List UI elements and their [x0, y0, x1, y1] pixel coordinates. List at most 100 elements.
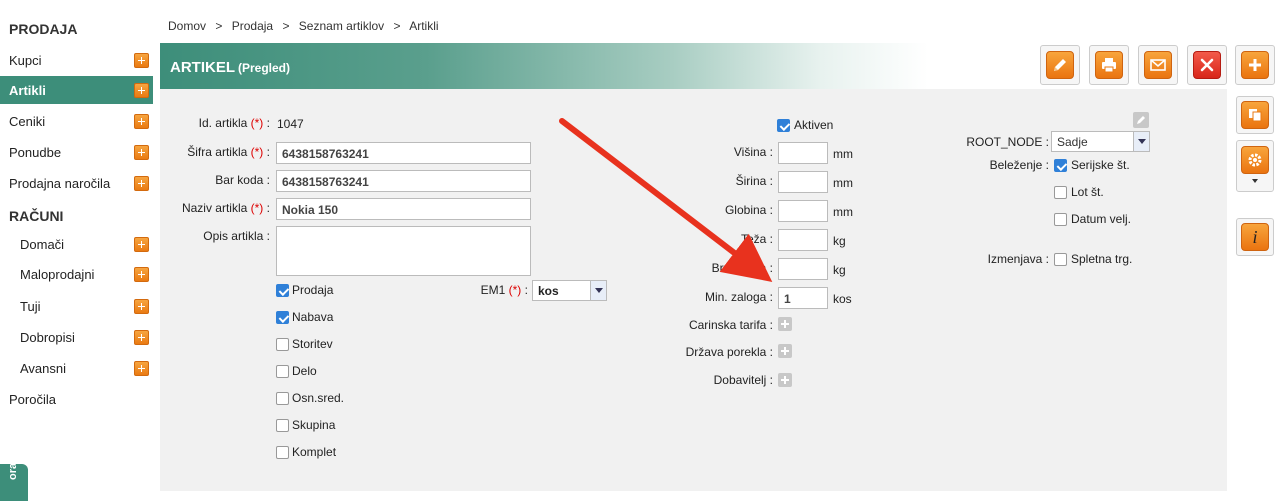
sidebar-item-ponudbe[interactable]: Ponudbe: [0, 138, 153, 166]
depth-input[interactable]: [778, 200, 828, 222]
unit-label: mm: [833, 147, 853, 161]
pencil-icon: [1046, 51, 1074, 79]
height-label: Višina :: [733, 145, 773, 159]
sidebar-item-maloprodajni[interactable]: Maloprodajni: [0, 260, 153, 288]
checkbox-label: Nabava: [292, 310, 334, 324]
sidebar-item-kupci[interactable]: Kupci: [0, 46, 153, 74]
root-node-select[interactable]: Sadje: [1051, 131, 1150, 152]
sidebar-item-ceniki[interactable]: Ceniki: [0, 107, 153, 135]
breadcrumb-artikli: Artikli: [409, 19, 439, 33]
checkbox-storitev[interactable]: [276, 338, 289, 351]
add-icon[interactable]: [134, 329, 149, 345]
min-stock-input[interactable]: 1: [778, 287, 828, 309]
barcode-label: Bar koda :: [215, 173, 270, 187]
serial-label: Serijske št.: [1071, 158, 1130, 172]
checkbox-nabava[interactable]: [276, 311, 289, 324]
section-title-invoices: RAČUNI: [9, 208, 64, 224]
add-icon[interactable]: [134, 266, 149, 282]
add-icon[interactable]: [134, 236, 149, 252]
add-icon[interactable]: [134, 52, 149, 68]
exchange-label: Izmenjava :: [987, 252, 1049, 266]
sidebar-item-domaci[interactable]: Domači: [0, 230, 153, 258]
depth-label: Globina :: [724, 203, 773, 217]
email-button[interactable]: [1138, 45, 1178, 85]
checkbox-osn-sred[interactable]: [276, 392, 289, 405]
sidebar: PRODAJA Kupci Artikli Ceniki Ponudbe Pro…: [0, 0, 160, 501]
weight-input[interactable]: [778, 229, 828, 251]
sidebar-item-avansni[interactable]: Avansni: [0, 354, 153, 382]
copy-button[interactable]: [1236, 96, 1274, 134]
sifra-input[interactable]: 6438158763241: [276, 142, 531, 164]
tracking-label: Beleženje :: [989, 158, 1049, 172]
barcode-input[interactable]: 6438158763241: [276, 170, 531, 192]
add-origin-icon[interactable]: [778, 344, 792, 358]
add-icon[interactable]: [134, 82, 149, 98]
width-input[interactable]: [778, 171, 828, 193]
checkbox-prodaja[interactable]: [276, 284, 289, 297]
add-supplier-icon[interactable]: [778, 373, 792, 387]
info-button[interactable]: i: [1236, 218, 1274, 256]
checkbox-webshop[interactable]: [1054, 253, 1067, 266]
supplier-label: Dobavitelj :: [713, 373, 773, 387]
checkbox-delo[interactable]: [276, 365, 289, 378]
lot-label: Lot št.: [1071, 185, 1104, 199]
caret-down-icon[interactable]: [1252, 179, 1258, 183]
breadcrumb-sep: >: [215, 19, 223, 33]
unit-label: mm: [833, 176, 853, 190]
desc-textarea[interactable]: [276, 226, 531, 276]
weight-label: Teža :: [740, 232, 773, 246]
origin-label: Država porekla :: [685, 345, 773, 359]
customs-label: Carinska tarifa :: [688, 318, 773, 332]
envelope-icon: [1144, 51, 1172, 79]
name-label: Naziv artikla (*) :: [181, 201, 270, 215]
sifra-label: Šifra artikla (*) :: [187, 145, 270, 159]
plus-icon: [1241, 51, 1269, 79]
name-input[interactable]: Nokia 150: [276, 198, 531, 220]
sidebar-item-dobropisi[interactable]: Dobropisi: [0, 323, 153, 351]
checkbox-serial[interactable]: [1054, 159, 1067, 172]
edit-button[interactable]: [1040, 45, 1080, 85]
sidebar-item-prodajna-narocila[interactable]: Prodajna naročila: [0, 169, 153, 197]
em1-select[interactable]: kos: [532, 280, 607, 301]
checkbox-skupina[interactable]: [276, 419, 289, 432]
add-button[interactable]: [1235, 45, 1275, 85]
checkbox-label: Prodaja: [292, 283, 334, 297]
add-icon[interactable]: [134, 360, 149, 376]
aktiven-label: Aktiven: [794, 118, 834, 132]
pencil-icon[interactable]: [1133, 112, 1149, 128]
settings-button[interactable]: [1236, 140, 1274, 192]
id-value: 1047: [277, 117, 304, 131]
unit-label: kg: [833, 234, 846, 248]
sidebar-item-porocila[interactable]: Poročila: [0, 385, 153, 413]
checkbox-lot[interactable]: [1054, 186, 1067, 199]
add-icon[interactable]: [134, 144, 149, 160]
breadcrumb-sep: >: [393, 19, 401, 33]
gross-weight-input[interactable]: [778, 258, 828, 280]
sidebar-item-artikli[interactable]: Artikli: [0, 76, 153, 104]
desc-label: Opis artikla :: [203, 229, 270, 243]
add-customs-icon[interactable]: [778, 317, 792, 331]
breadcrumb-prodaja[interactable]: Prodaja: [232, 19, 273, 33]
sidebar-item-tuji[interactable]: Tuji: [0, 292, 153, 320]
gross-weight-label: Bruto teža :: [711, 261, 773, 275]
em1-label: EM1 (*) :: [480, 283, 528, 297]
add-icon[interactable]: [134, 175, 149, 191]
print-button[interactable]: [1089, 45, 1129, 85]
delete-button[interactable]: [1187, 45, 1227, 85]
id-label: Id. artikla (*) :: [198, 116, 270, 130]
checkbox-aktiven[interactable]: [777, 119, 790, 132]
copy-icon: [1241, 101, 1269, 129]
add-icon[interactable]: [134, 113, 149, 129]
breadcrumb: Domov > Prodaja > Seznam artiklov > Arti…: [168, 19, 445, 33]
breadcrumb-seznam[interactable]: Seznam artiklov: [299, 19, 384, 33]
breadcrumb-home[interactable]: Domov: [168, 19, 206, 33]
close-icon: [1193, 51, 1221, 79]
checkbox-label: Skupina: [292, 418, 336, 432]
add-icon[interactable]: [134, 298, 149, 314]
side-tab[interactable]: ora: [0, 463, 28, 501]
breadcrumb-sep: >: [282, 19, 290, 33]
checkbox-expiry[interactable]: [1054, 213, 1067, 226]
height-input[interactable]: [778, 142, 828, 164]
chevron-down-icon: [1133, 132, 1149, 151]
checkbox-komplet[interactable]: [276, 446, 289, 459]
